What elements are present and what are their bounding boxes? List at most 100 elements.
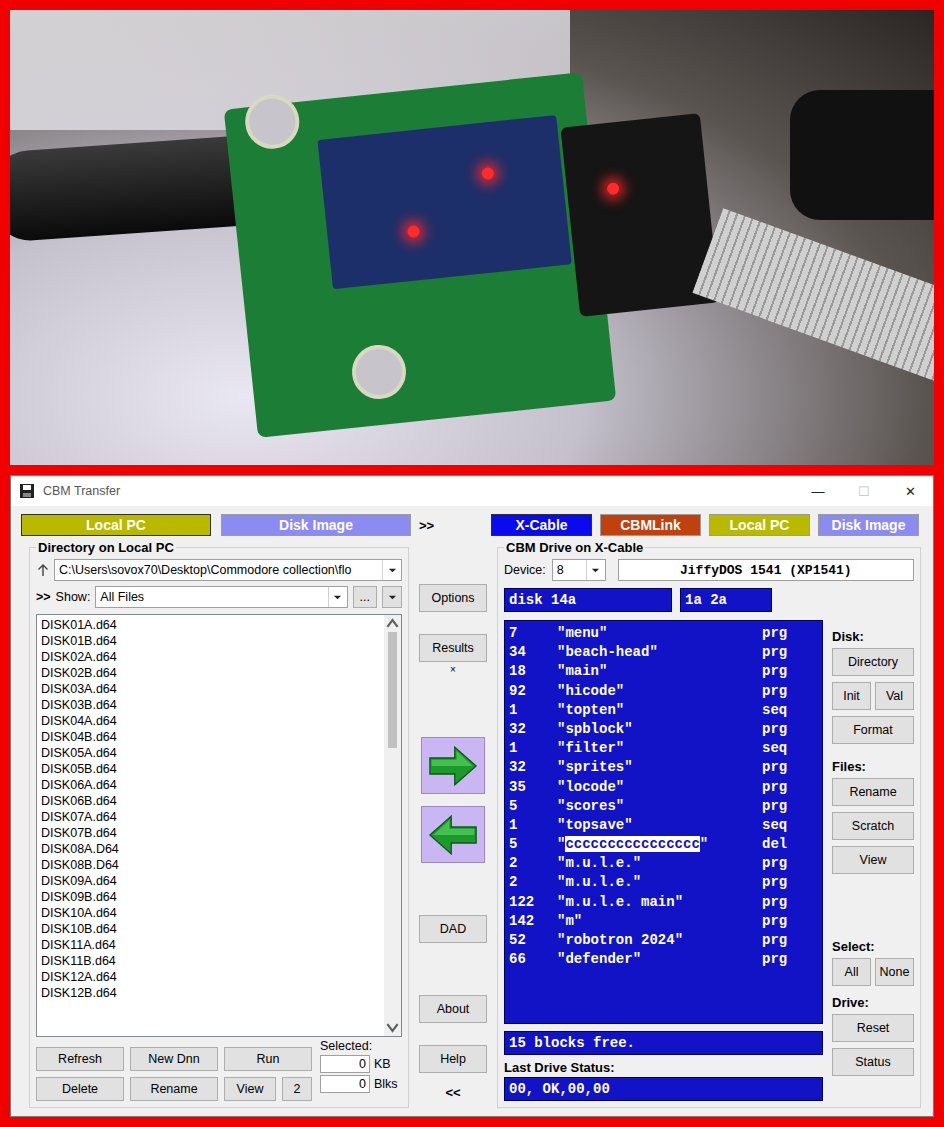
selected-summary: Selected:0KB0Blks — [320, 1039, 402, 1093]
path-combo[interactable]: C:\Users\sovox70\Desktop\Commodore colle… — [54, 559, 402, 581]
right-tab[interactable]: CBMLink — [600, 514, 701, 536]
val-button[interactable]: Val — [875, 682, 914, 710]
collapse-button[interactable]: << — [445, 1085, 460, 1100]
file-row[interactable]: DISK06A.d64 — [41, 777, 380, 793]
right-tab[interactable]: Disk Image — [818, 514, 919, 536]
directory-entry[interactable]: 1"topten"seq — [509, 701, 818, 720]
tab-separator[interactable]: >> — [411, 518, 491, 533]
new-dnn-button[interactable]: New Dnn — [130, 1047, 218, 1071]
entry-blocks: 66 — [509, 950, 557, 969]
view-button[interactable]: View — [224, 1077, 276, 1101]
all-button[interactable]: All — [832, 958, 871, 986]
file-row[interactable]: DISK12B.d64 — [41, 985, 380, 1001]
scroll-thumb[interactable] — [388, 632, 397, 748]
format-button[interactable]: Format — [832, 716, 914, 744]
scroll-down-icon[interactable] — [384, 1019, 401, 1036]
directory-entry[interactable]: 1"filter"seq — [509, 739, 818, 758]
run-button[interactable]: Run — [224, 1047, 312, 1071]
file-row[interactable]: DISK01B.d64 — [41, 633, 380, 649]
scratch-button[interactable]: Scratch — [832, 812, 914, 840]
combo-button[interactable] — [382, 560, 401, 580]
file-row[interactable]: DISK11B.d64 — [41, 953, 380, 969]
view-button[interactable]: View — [832, 846, 914, 874]
status-button[interactable]: Status — [832, 1048, 914, 1076]
scrollbar[interactable] — [384, 615, 401, 1036]
directory-entry[interactable]: 52"robotron 2024"prg — [509, 931, 818, 950]
file-row[interactable]: DISK02B.d64 — [41, 665, 380, 681]
directory-entry[interactable]: 34"beach-head"prg — [509, 643, 818, 662]
file-row[interactable]: DISK09B.d64 — [41, 889, 380, 905]
directory-entry[interactable]: 2"m.u.l.e."prg — [509, 854, 818, 873]
none-button[interactable]: None — [875, 958, 914, 986]
file-row[interactable]: DISK02A.d64 — [41, 649, 380, 665]
window-control-button[interactable]: ✕ — [887, 476, 933, 506]
file-row[interactable]: DISK08B.D64 — [41, 857, 380, 873]
right-tab[interactable]: X-Cable — [491, 514, 592, 536]
file-row[interactable]: DISK12A.d64 — [41, 969, 380, 985]
dropdown-arrow-icon — [388, 593, 397, 602]
left-tab[interactable]: Local PC — [21, 514, 211, 536]
combo-button[interactable] — [328, 587, 347, 607]
browse-menu-button[interactable] — [382, 586, 402, 608]
file-row[interactable]: DISK05B.d64 — [41, 761, 380, 777]
directory-entry[interactable]: 2"m.u.l.e."prg — [509, 873, 818, 892]
options-button[interactable]: Options — [419, 584, 487, 612]
entry-type: prg — [762, 912, 818, 931]
directory-entry[interactable]: 7"menu"prg — [509, 624, 818, 643]
file-row[interactable]: DISK10B.d64 — [41, 921, 380, 937]
dad-button[interactable]: DAD — [419, 915, 487, 943]
reset-button[interactable]: Reset — [832, 1014, 914, 1042]
rename-button[interactable]: Rename — [130, 1077, 218, 1101]
directory-entry[interactable]: 32"sprites"prg — [509, 758, 818, 777]
right-tab[interactable]: Local PC — [709, 514, 810, 536]
file-row[interactable]: DISK08A.D64 — [41, 841, 380, 857]
up-arrow-icon[interactable] — [36, 563, 50, 577]
directory-entry[interactable]: 66"defender"prg — [509, 950, 818, 969]
copy-to-pc-button[interactable] — [421, 806, 485, 863]
directory-entry[interactable]: 5"cccccccccccccccc"del — [509, 835, 818, 854]
window-control-button[interactable]: — — [795, 476, 841, 506]
device-combo[interactable]: 8 — [552, 559, 606, 581]
results-button[interactable]: Results — [419, 634, 487, 662]
file-row[interactable]: DISK06B.d64 — [41, 793, 380, 809]
file-row[interactable]: DISK07B.d64 — [41, 825, 380, 841]
init-button[interactable]: Init — [832, 682, 871, 710]
copy-to-drive-button[interactable] — [421, 737, 485, 794]
directory-entry[interactable]: 35"locode"prg — [509, 778, 818, 797]
file-row[interactable]: DISK04A.d64 — [41, 713, 380, 729]
delete-button[interactable]: Delete — [36, 1077, 124, 1101]
directory-entry[interactable]: 18"main"prg — [509, 662, 818, 681]
directory-entry[interactable]: 122"m.u.l.e. main"prg — [509, 893, 818, 912]
help-button[interactable]: Help — [419, 1045, 487, 1073]
second-view-button[interactable]: 2 — [282, 1077, 312, 1101]
file-list: DISK01A.d64DISK01B.d64DISK02A.d64DISK02B… — [36, 614, 402, 1037]
file-row[interactable]: DISK07A.d64 — [41, 809, 380, 825]
refresh-button[interactable]: Refresh — [36, 1047, 124, 1071]
directory-entry[interactable]: 1"topsave"seq — [509, 816, 818, 835]
file-row[interactable]: DISK03B.d64 — [41, 697, 380, 713]
browse-button[interactable]: ... — [353, 586, 377, 608]
left-tab[interactable]: Disk Image — [221, 514, 411, 536]
about-button[interactable]: About — [419, 995, 487, 1023]
scroll-track[interactable] — [384, 632, 401, 1019]
file-row[interactable]: DISK01A.d64 — [41, 617, 380, 633]
entry-type: prg — [762, 643, 818, 662]
file-row[interactable]: DISK03A.d64 — [41, 681, 380, 697]
entry-name-text: topten — [565, 702, 615, 718]
filter-combo[interactable]: All Files — [95, 586, 347, 608]
entry-name-text: m — [565, 913, 573, 929]
scroll-up-icon[interactable] — [384, 615, 401, 632]
rename-button[interactable]: Rename — [832, 778, 914, 806]
file-row[interactable]: DISK05A.d64 — [41, 745, 380, 761]
file-row[interactable]: DISK04B.d64 — [41, 729, 380, 745]
directory-entry[interactable]: 142"m"prg — [509, 912, 818, 931]
file-row[interactable]: DISK10A.d64 — [41, 905, 380, 921]
show-expand[interactable]: >> — [36, 590, 51, 604]
directory-button[interactable]: Directory — [832, 648, 914, 676]
file-row[interactable]: DISK11A.d64 — [41, 937, 380, 953]
file-row[interactable]: DISK09A.d64 — [41, 873, 380, 889]
directory-entry[interactable]: 92"hicode"prg — [509, 682, 818, 701]
combo-button[interactable] — [586, 560, 605, 580]
directory-entry[interactable]: 5"scores"prg — [509, 797, 818, 816]
directory-entry[interactable]: 32"spblock"prg — [509, 720, 818, 739]
